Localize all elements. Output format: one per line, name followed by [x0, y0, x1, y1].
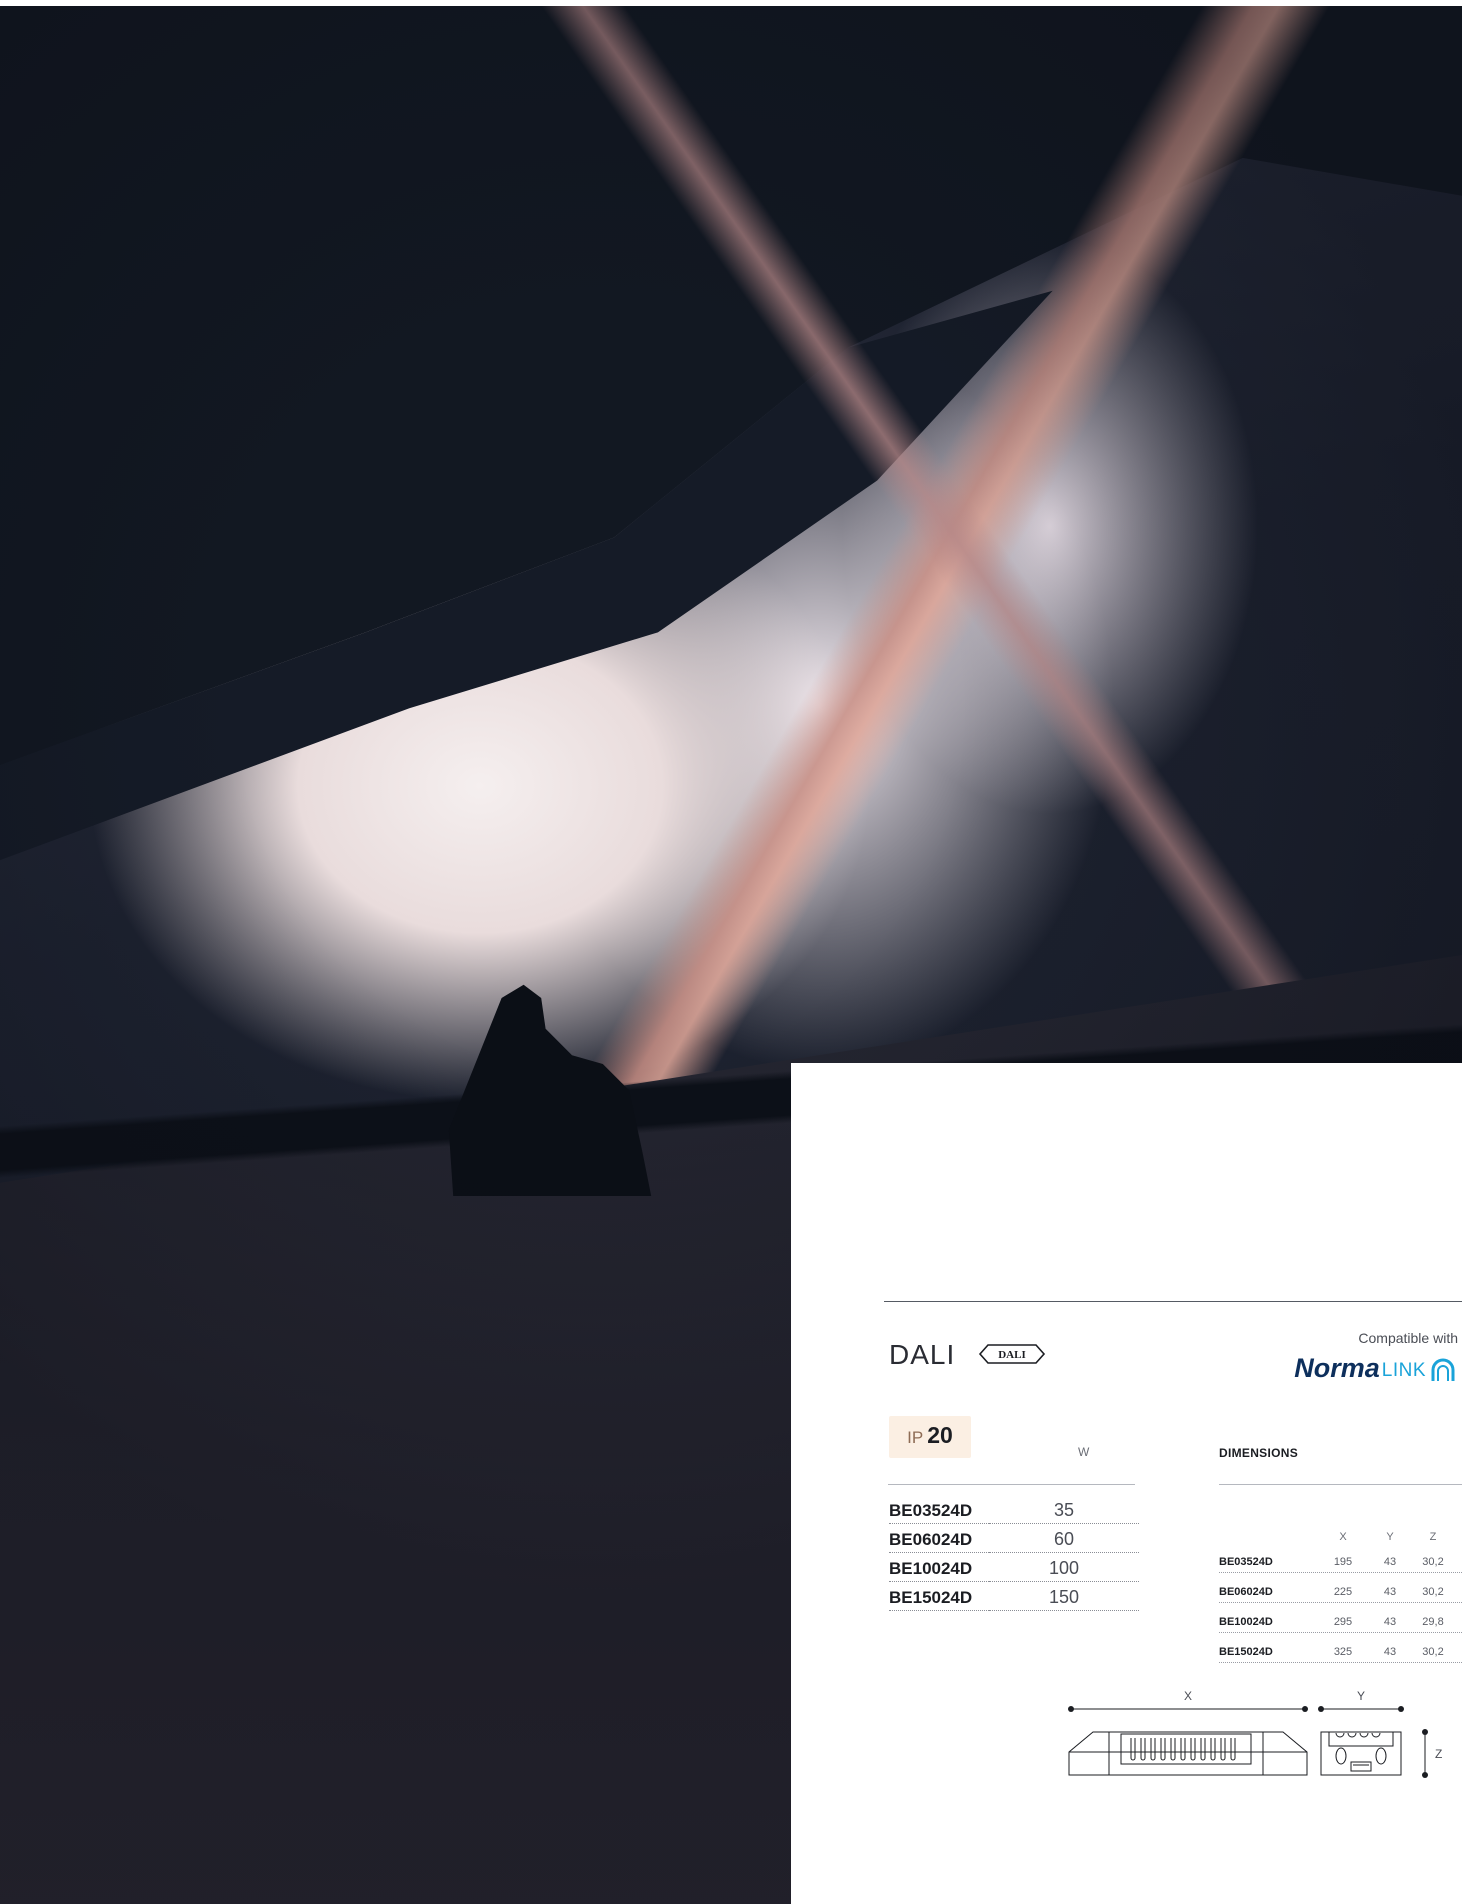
power-table: BE03524D 35 BE06024D 60 BE10024D 100 BE1…: [889, 1495, 1139, 1611]
dim-y-value: 43: [1383, 1586, 1397, 1598]
compatible-label: Compatible with: [1358, 1330, 1458, 1346]
wattage: 35: [989, 1500, 1139, 1524]
ip-value: 20: [927, 1422, 953, 1448]
power-column-header: W: [1078, 1445, 1090, 1459]
end-view-drawing: [1320, 1731, 1402, 1776]
wattage: 150: [989, 1587, 1139, 1611]
dim-x-value: 325: [1333, 1646, 1353, 1658]
dim-z-header: Z: [1429, 1531, 1437, 1543]
normalink-arc-icon: [1431, 1358, 1455, 1381]
svg-text:Z: Z: [1435, 1747, 1442, 1761]
protocol-title: DALI: [889, 1339, 956, 1370]
model-code: BE03524D: [1219, 1556, 1273, 1568]
dim-y-value: 43: [1383, 1556, 1397, 1568]
dim-z-value: 30,2: [1422, 1556, 1444, 1568]
svg-text:X: X: [1184, 1689, 1192, 1703]
dimensions-header: DIMENSIONS: [1219, 1446, 1299, 1460]
svg-text:Y: Y: [1357, 1689, 1365, 1703]
dimension-row: BE06024D 225 43 30,2: [1219, 1573, 1462, 1603]
wattage: 100: [989, 1558, 1139, 1582]
dim-x-value: 225: [1333, 1586, 1353, 1598]
model-code: BE15024D: [1219, 1646, 1273, 1658]
dimension-row: BE10024D 295 43 29,8: [1219, 1603, 1462, 1633]
dali-logo-icon: DALI: [978, 1344, 1046, 1364]
wattage: 60: [989, 1529, 1139, 1553]
dim-x-value: 195: [1333, 1556, 1353, 1568]
dim-x-value: 295: [1333, 1616, 1353, 1628]
side-view-drawing: [1068, 1731, 1308, 1776]
model-code: BE06024D: [889, 1530, 989, 1553]
dim-y-value: 43: [1383, 1616, 1397, 1628]
top-divider: [884, 1301, 1462, 1302]
power-header-rule: [888, 1484, 1135, 1485]
model-code: BE03524D: [889, 1501, 989, 1524]
model-code: BE10024D: [889, 1559, 989, 1582]
dim-z-value: 29,8: [1422, 1616, 1444, 1628]
ip-rating-badge: IP 20: [889, 1416, 971, 1458]
ip-label: IP: [907, 1428, 924, 1447]
dimensions-column-headers: X Y Z: [1219, 1514, 1462, 1543]
power-row: BE06024D 60: [889, 1524, 1139, 1553]
dimensions-table: X Y Z BE03524D 195 43 30,2 BE06024D 225 …: [1219, 1514, 1462, 1663]
dim-y-value: 43: [1383, 1646, 1397, 1658]
dim-z-value: 30,2: [1422, 1646, 1444, 1658]
normalink-brand: Norma: [1294, 1353, 1380, 1383]
dimension-row: BE15024D 325 43 30,2: [1219, 1633, 1462, 1663]
dim-x-header: X: [1339, 1531, 1347, 1543]
dimension-row: BE03524D 195 43 30,2: [1219, 1543, 1462, 1573]
power-row: BE10024D 100: [889, 1553, 1139, 1582]
dim-z-value: 30,2: [1422, 1586, 1444, 1598]
dimensions-header-rule: [1219, 1484, 1462, 1485]
model-code: BE06024D: [1219, 1586, 1273, 1598]
model-code: BE10024D: [1219, 1616, 1273, 1628]
product-spec-card: DALI DALI Compatible with Norma LINK IP …: [791, 1063, 1462, 1904]
normalink-logo: Norma LINK: [1294, 1353, 1458, 1384]
power-row: BE15024D 150: [889, 1582, 1139, 1611]
model-code: BE15024D: [889, 1588, 989, 1611]
dim-y-header: Y: [1386, 1531, 1394, 1543]
svg-text:DALI: DALI: [998, 1349, 1026, 1361]
y-dimension-line: Y: [1318, 1689, 1404, 1712]
z-dimension-line: Z: [1422, 1729, 1442, 1778]
normalink-suffix: LINK: [1381, 1360, 1426, 1381]
technical-drawing: X Y Z: [1068, 1689, 1442, 1778]
x-dimension-line: X: [1068, 1689, 1308, 1712]
power-row: BE03524D 35: [889, 1495, 1139, 1524]
